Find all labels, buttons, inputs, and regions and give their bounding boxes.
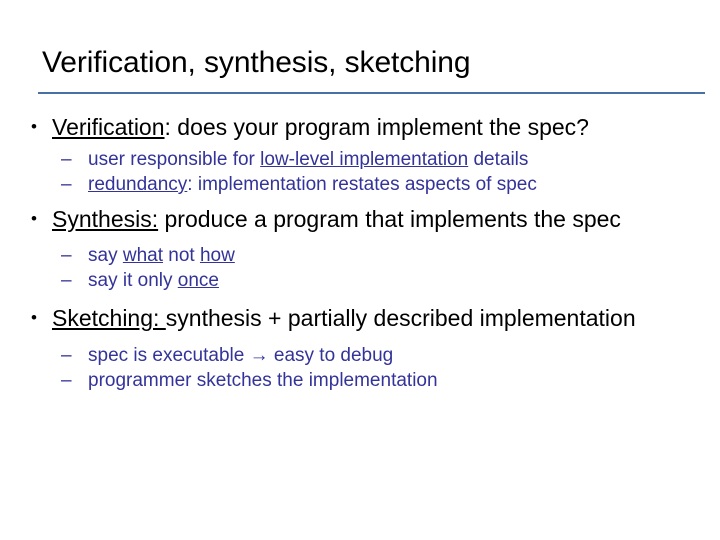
dash-marker-icon: – — [61, 149, 72, 170]
title-divider — [38, 92, 705, 94]
sub-bullet-emphasis: redundancy — [88, 174, 188, 195]
bullet-text: : does your program implement the spec? — [164, 114, 589, 140]
sub-bullet-item: – user responsible for low-level impleme… — [0, 147, 720, 172]
bullet-marker-icon: • — [31, 209, 37, 228]
sub-bullet-group: – user responsible for low-level impleme… — [0, 147, 720, 197]
dash-marker-icon: – — [61, 345, 72, 366]
title-block: Verification, synthesis, sketching — [42, 44, 702, 82]
bullet-text: synthesis + partially described implemen… — [165, 305, 636, 331]
bullet-term: Sketching: — [52, 305, 166, 331]
sub-bullet-item: – programmer sketches the implementation — [0, 368, 720, 393]
sub-bullet-item: – say what not how — [0, 243, 720, 268]
dash-marker-icon: – — [61, 245, 72, 266]
bullet-text: produce a program that implements the sp… — [158, 206, 621, 232]
sub-bullet-pre: say — [88, 245, 123, 266]
dash-marker-icon: – — [61, 174, 72, 195]
sub-bullet-emphasis-2: how — [199, 245, 235, 266]
bullet-item: • Verification: does your program implem… — [0, 112, 720, 142]
sub-bullet-group: – say what not how – say it only once — [0, 243, 720, 293]
sub-bullet-pre: user responsible for — [88, 149, 261, 170]
bullet-term: Verification — [52, 114, 165, 140]
page-title: Verification, synthesis, sketching — [42, 46, 471, 79]
sub-bullet-pre: spec is executable → easy to debug — [88, 345, 394, 366]
bullet-term: Synthesis: — [52, 206, 159, 232]
sub-bullet-post: : implementation restates aspects of spe… — [187, 174, 537, 195]
sub-bullet-group: – spec is executable → easy to debug – p… — [0, 343, 720, 393]
bullet-item: • Sketching: synthesis + partially descr… — [0, 303, 720, 333]
sub-bullet-pre: programmer sketches the implementation — [88, 370, 438, 391]
slide-canvas: Verification, synthesis, sketching • Ver… — [0, 0, 720, 540]
sub-bullet-item: – spec is executable → easy to debug — [0, 343, 720, 368]
sub-bullet-pre: say it only — [88, 270, 178, 291]
bullet-item: • Synthesis: produce a program that impl… — [0, 204, 720, 234]
bullet-marker-icon: • — [31, 308, 37, 327]
sub-bullet-item: – say it only once — [0, 268, 720, 293]
sub-bullet-item: – redundancy: implementation restates as… — [0, 172, 720, 197]
sub-bullet-emphasis: low-level implementation — [260, 149, 469, 170]
sub-bullet-post: not — [163, 245, 200, 266]
sub-bullet-emphasis: what — [122, 245, 163, 266]
bullet-marker-icon: • — [31, 117, 37, 136]
dash-marker-icon: – — [61, 370, 72, 391]
slide-body: • Verification: does your program implem… — [0, 112, 720, 393]
sub-bullet-post: details — [468, 149, 529, 170]
dash-marker-icon: – — [61, 270, 72, 291]
sub-bullet-emphasis: once — [177, 270, 219, 291]
